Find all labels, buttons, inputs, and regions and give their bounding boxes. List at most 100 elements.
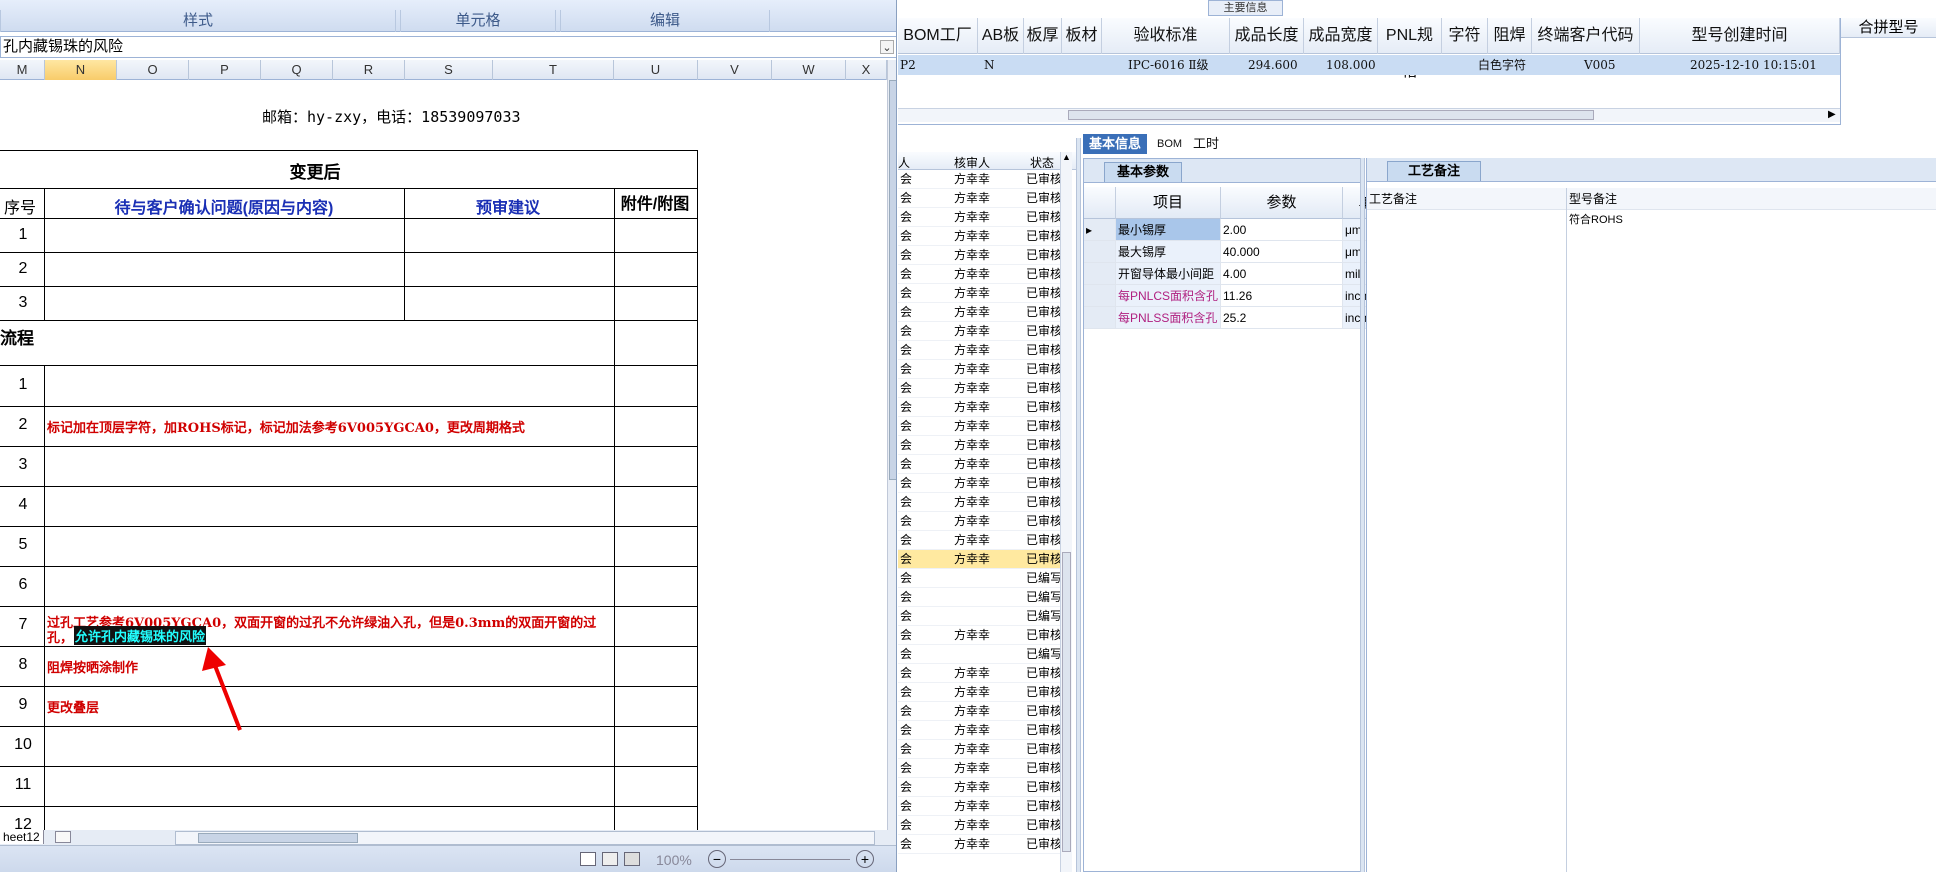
- col-bom-factory[interactable]: BOM工厂: [898, 18, 978, 54]
- audit-list-row[interactable]: 会 方幸幸 已审核: [898, 493, 1070, 512]
- audit-list-row[interactable]: 会 方幸幸 已审核: [898, 246, 1070, 265]
- audit-list-row[interactable]: 会 方幸幸 已审核: [898, 626, 1070, 645]
- scroll-thumb[interactable]: [1068, 110, 1594, 120]
- param-row[interactable]: 每PNLCS面积含孔11.26inch2Y: [1084, 285, 1445, 307]
- param-value-cell[interactable]: 40.000: [1221, 241, 1343, 263]
- audit-list-row[interactable]: 会 方幸幸 已审核: [898, 208, 1070, 227]
- col-standard[interactable]: 验收标准: [1102, 18, 1230, 54]
- col-header[interactable]: S: [405, 60, 493, 80]
- audit-list-row[interactable]: 会 方幸幸 已审核: [898, 265, 1070, 284]
- col-param[interactable]: 参数: [1221, 187, 1343, 219]
- page-layout-icon[interactable]: [602, 852, 618, 866]
- zoom-slider[interactable]: [730, 859, 850, 860]
- audit-list-row[interactable]: 会 已编写: [898, 645, 1070, 664]
- audit-list-row[interactable]: 会 方幸幸 已审核: [898, 284, 1070, 303]
- scroll-thumb[interactable]: [889, 80, 896, 480]
- audit-list-row[interactable]: 会 方幸幸 已审核: [898, 398, 1070, 417]
- scroll-thumb[interactable]: [1062, 552, 1071, 852]
- ribbon-group-style[interactable]: 样式: [0, 10, 396, 32]
- audit-list-row[interactable]: 会 方幸幸 已审核: [898, 664, 1070, 683]
- scroll-up-icon[interactable]: ▲: [1062, 152, 1071, 162]
- note-row-7-highlight[interactable]: 允许孔内藏锡珠的风险: [74, 626, 207, 645]
- zoom-out-icon[interactable]: −: [708, 850, 726, 868]
- audit-list-row[interactable]: 会 方幸幸 已审核: [898, 360, 1070, 379]
- splitter[interactable]: [1360, 158, 1365, 872]
- scroll-right-icon[interactable]: ▶: [1828, 109, 1836, 120]
- zoom-in-icon[interactable]: +: [856, 850, 874, 868]
- audit-list-row[interactable]: 会 已编写: [898, 607, 1070, 626]
- audit-list-row[interactable]: 会 方幸幸 已审核: [898, 227, 1070, 246]
- tab-bom[interactable]: BOM: [1151, 134, 1188, 154]
- col-item[interactable]: 项目: [1116, 187, 1221, 219]
- col-header[interactable]: X: [846, 60, 887, 80]
- audit-list-row[interactable]: 会 方幸幸 已审核: [898, 303, 1070, 322]
- col-create-time[interactable]: 型号创建时间: [1640, 18, 1840, 54]
- audit-list-row[interactable]: 会 方幸幸 已审核: [898, 797, 1070, 816]
- audit-list-row[interactable]: 会 方幸幸 已审核: [898, 816, 1070, 835]
- audit-list-row[interactable]: 会 方幸幸 已审核: [898, 379, 1070, 398]
- audit-list-row[interactable]: 会 方幸幸 已审核: [898, 740, 1070, 759]
- horizontal-scrollbar[interactable]: [175, 831, 875, 845]
- col-person[interactable]: 人: [898, 154, 910, 171]
- col-header[interactable]: U: [614, 60, 698, 80]
- col-width[interactable]: 成品宽度: [1304, 18, 1378, 54]
- audit-list-row[interactable]: 会 方幸幸 已审核: [898, 512, 1070, 531]
- col-header[interactable]: V: [698, 60, 772, 80]
- col-mask[interactable]: 阻焊: [1488, 18, 1532, 54]
- param-value-cell[interactable]: 11.26: [1221, 285, 1343, 307]
- vertical-scrollbar[interactable]: ▲: [1060, 152, 1072, 872]
- param-row[interactable]: 最大锡厚40.000μmY: [1084, 241, 1445, 263]
- expand-formula-icon[interactable]: ⌄: [880, 40, 894, 54]
- audit-list-row[interactable]: 会 方幸幸 已审核: [898, 759, 1070, 778]
- normal-view-icon[interactable]: [580, 852, 596, 866]
- col-char[interactable]: 字符: [1442, 18, 1488, 54]
- page-break-icon[interactable]: [624, 852, 640, 866]
- insert-sheet-icon[interactable]: [55, 831, 71, 843]
- worksheet-grid[interactable]: 邮箱：hy-zxy，电话：18539097033 变更后 序号 待与客户确认问题…: [0, 80, 887, 830]
- col-header[interactable]: P: [189, 60, 261, 80]
- sheet-tab[interactable]: heet12: [0, 830, 44, 844]
- audit-list-row[interactable]: 会 方幸幸 已审核: [898, 531, 1070, 550]
- splitter[interactable]: [1076, 138, 1081, 872]
- audit-list-row[interactable]: 会 方幸幸 已审核: [898, 189, 1070, 208]
- param-value-cell[interactable]: 25.2: [1221, 307, 1343, 329]
- vertical-scrollbar[interactable]: [887, 60, 896, 830]
- col-length[interactable]: 成品长度: [1230, 18, 1304, 54]
- audit-list-row[interactable]: 会 方幸幸 已审核: [898, 474, 1070, 493]
- param-row[interactable]: 每PNLSS面积含孔25.2inch2Y: [1084, 307, 1445, 329]
- model-note-column[interactable]: 型号备注 符合ROHS: [1567, 188, 1936, 872]
- ribbon-group-edit[interactable]: 编辑: [560, 10, 770, 32]
- audit-list-row[interactable]: 会 方幸幸 已审核: [898, 835, 1070, 854]
- scroll-thumb[interactable]: [198, 833, 358, 843]
- audit-list-row[interactable]: 会 方幸幸 已审核: [898, 170, 1070, 189]
- audit-list-row[interactable]: 会 方幸幸 已审核: [898, 341, 1070, 360]
- audit-list-row[interactable]: 会 方幸幸 已审核: [898, 436, 1070, 455]
- audit-list-row[interactable]: 会 方幸幸 已审核: [898, 550, 1070, 569]
- col-material[interactable]: 板材: [1062, 18, 1102, 54]
- col-header[interactable]: O: [117, 60, 189, 80]
- audit-list-row[interactable]: 会 方幸幸 已审核: [898, 417, 1070, 436]
- audit-list-row[interactable]: 会 已编写: [898, 588, 1070, 607]
- ribbon-group-cells[interactable]: 单元格: [400, 10, 556, 32]
- main-info-row[interactable]: P2 N IPC-6016 Ⅱ级 294.600 108.000 白色字符 V0…: [898, 55, 1840, 75]
- audit-list-row[interactable]: 会 已编写: [898, 569, 1070, 588]
- audit-list-row[interactable]: 会 方幸幸 已审核: [898, 721, 1070, 740]
- audit-list-row[interactable]: 会 方幸幸 已审核: [898, 702, 1070, 721]
- col-header[interactable]: T: [493, 60, 614, 80]
- col-header[interactable]: M: [0, 60, 45, 80]
- col-reviewer[interactable]: 核审人: [954, 154, 990, 171]
- param-row[interactable]: ▸最小锡厚2.00μmY: [1084, 219, 1445, 241]
- col-ab-board[interactable]: AB板: [978, 18, 1024, 54]
- col-header[interactable]: R: [333, 60, 405, 80]
- col-customer-code[interactable]: 终端客户代码: [1532, 18, 1640, 54]
- audit-list-row[interactable]: 会 方幸幸 已审核: [898, 683, 1070, 702]
- col-thickness[interactable]: 板厚: [1024, 18, 1062, 54]
- param-value-cell[interactable]: 4.00: [1221, 263, 1343, 285]
- col-header[interactable]: Q: [261, 60, 333, 80]
- audit-list-row[interactable]: 会 方幸幸 已审核: [898, 322, 1070, 341]
- col-pnl[interactable]: PNL规格: [1378, 18, 1442, 80]
- param-value-cell[interactable]: 2.00: [1221, 219, 1343, 241]
- audit-list-row[interactable]: 会 方幸幸 已审核: [898, 455, 1070, 474]
- tab-basic-info[interactable]: 基本信息: [1083, 134, 1148, 154]
- param-row[interactable]: 开窗导体最小间距4.00milY: [1084, 263, 1445, 285]
